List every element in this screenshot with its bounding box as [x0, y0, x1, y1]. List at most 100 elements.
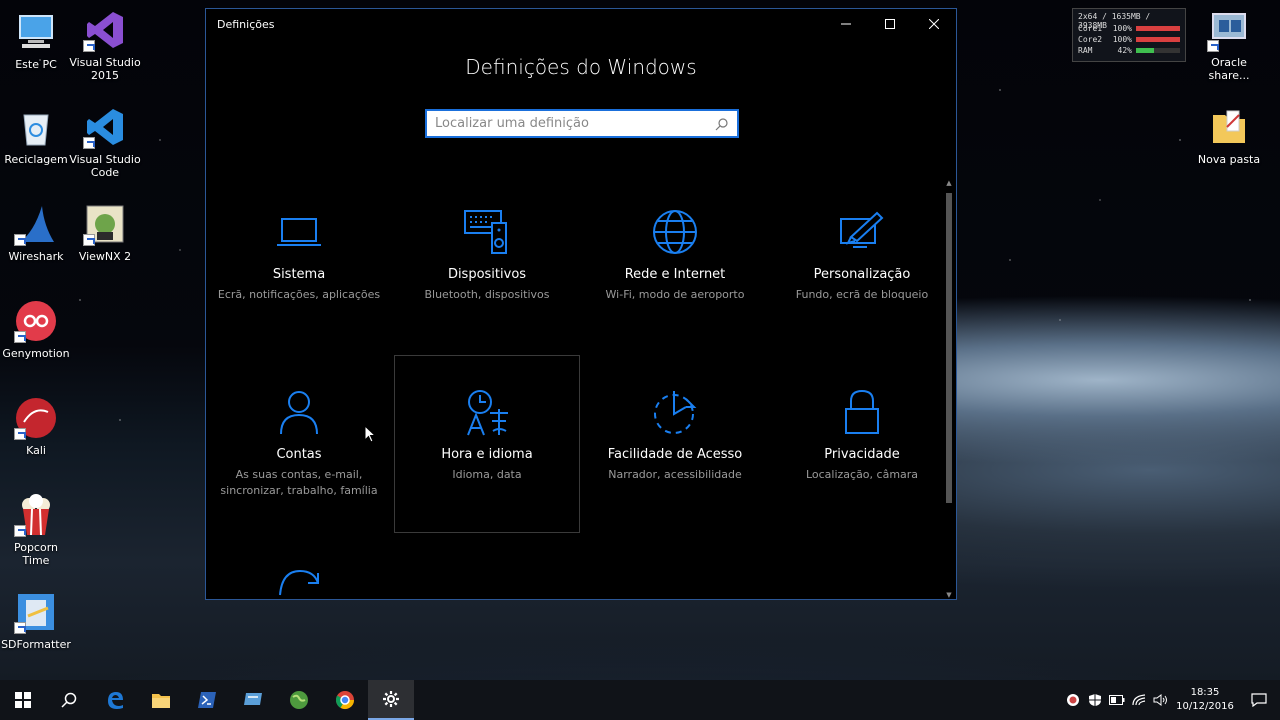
perf-row-core1: Core1 100% — [1078, 23, 1180, 34]
maximize-icon — [885, 19, 895, 29]
perf-header: 2x64 / 1635MB / 3938MB — [1078, 12, 1151, 30]
minimize-button[interactable] — [824, 9, 868, 39]
clock-date: 10/12/2016 — [1176, 701, 1234, 712]
search-box[interactable] — [425, 109, 739, 138]
minimize-icon — [841, 23, 851, 25]
shield-icon — [1089, 694, 1101, 706]
powershell-icon — [198, 692, 216, 708]
taskbar-remote-desktop[interactable] — [230, 680, 276, 720]
person-icon — [280, 391, 318, 435]
taskbar-powershell[interactable] — [184, 680, 230, 720]
tray-app-icon[interactable] — [1062, 680, 1084, 720]
record-icon — [1067, 694, 1079, 706]
update-security-icon[interactable] — [274, 567, 324, 599]
tile-title: Dispositivos — [447, 267, 527, 282]
desktop-icon-viewnx[interactable]: ViewNX 2 — [69, 202, 141, 263]
desktop-icon-label: SDFormatter — [1, 638, 71, 651]
desktop-icon-nova-pasta[interactable]: Nova pasta — [1193, 105, 1265, 166]
desktop-icon-label: Visual Studio Code — [69, 153, 141, 179]
viewnx-icon — [83, 202, 127, 246]
desktop-icon-vscode[interactable]: Visual Studio Code — [69, 105, 141, 179]
tray-volume-icon[interactable] — [1150, 680, 1172, 720]
performance-widget: 2x64 / 1635MB / 3938MB Core1 100% Core2 … — [1072, 8, 1186, 62]
maximize-button[interactable] — [868, 9, 912, 39]
title-bar[interactable]: Definições — [206, 9, 956, 39]
notifications-icon — [1251, 693, 1267, 707]
settings-window: Definições Definições do Windows Sistema… — [205, 8, 957, 600]
tile-description: Wi-Fi, modo de aeroporto — [605, 288, 745, 301]
desktop-icon-popcorn-time[interactable]: Popcorn Time — [0, 493, 72, 567]
tile-privacidade[interactable]: Privacidade Localização, câmara — [769, 387, 955, 565]
desktop-icon-label: Oracle share... — [1208, 56, 1250, 82]
taskbar-edge[interactable] — [92, 680, 138, 720]
clock[interactable]: 18:35 10/12/2016 — [1172, 686, 1238, 714]
perf-row-core2: Core2 100% — [1078, 34, 1180, 45]
tile-facilidade-de-acesso[interactable]: Facilidade de Acesso Narrador, acessibil… — [582, 387, 768, 565]
tile-title: Rede e Internet — [624, 267, 726, 282]
recycle-bin-icon — [14, 105, 58, 149]
tray-defender-icon[interactable] — [1084, 680, 1106, 720]
wifi-icon — [1132, 694, 1146, 706]
desktop-icon-genymotion[interactable]: Genymotion — [0, 299, 72, 360]
ease-access-icon — [654, 391, 697, 434]
scroll-up-icon[interactable]: ▲ — [944, 179, 954, 189]
window-title: Definições — [217, 17, 275, 31]
scrollbar-thumb[interactable] — [946, 193, 952, 503]
edge-icon — [108, 692, 123, 709]
desktop-icon-label: Visual Studio 2015 — [69, 56, 141, 82]
tile-title: Facilidade de Acesso — [607, 447, 743, 462]
globe-icon — [290, 691, 308, 709]
close-button[interactable] — [912, 9, 956, 39]
search-icon — [61, 692, 77, 708]
visual-studio-icon — [83, 8, 127, 52]
tile-description: Localização, câmara — [805, 468, 919, 481]
perf-bar-fill — [1136, 26, 1180, 31]
tile-title: Hora e idioma — [441, 447, 533, 462]
desktop-icon-label: Este PC — [15, 58, 57, 71]
desktop-icon-wireshark[interactable]: Wireshark — [0, 202, 72, 263]
tile-hora-e-idioma[interactable]: Hora e idioma Idioma, data — [394, 355, 580, 533]
tile-rede-e-internet[interactable]: Rede e Internet Wi-Fi, modo de aeroporto — [582, 207, 768, 385]
desktop-icon-visual-studio-2015[interactable]: Visual Studio 2015 — [69, 8, 141, 82]
action-center-button[interactable] — [1238, 680, 1280, 720]
desktop-icon-label: Genymotion — [2, 347, 70, 360]
popcorn-icon — [14, 493, 58, 537]
wireshark-icon — [14, 202, 58, 246]
scroll-down-icon[interactable]: ▼ — [944, 591, 954, 601]
tile-description: Bluetooth, dispositivos — [424, 288, 550, 301]
tile-contas[interactable]: Contas As suas contas, e-mail, sincroniz… — [206, 387, 392, 565]
tray-battery-icon[interactable] — [1106, 680, 1128, 720]
tile-description: Idioma, data — [452, 468, 522, 481]
search-button[interactable] — [46, 680, 92, 720]
tile-sistema[interactable]: Sistema Ecrã, notificações, aplicações — [206, 207, 392, 385]
tile-description: Narrador, acessibilidade — [608, 468, 742, 481]
tile-personalizacao[interactable]: Personalização Fundo, ecrã de bloqueio — [769, 207, 955, 385]
desktop-icon-label: Kali — [26, 444, 46, 457]
tile-title: Sistema — [272, 267, 326, 282]
desktop-icon-reciclagem[interactable]: Reciclagem — [0, 105, 72, 166]
chrome-icon — [335, 691, 354, 710]
tile-description: As suas contas, e-mail, sincronizar, tra… — [220, 468, 378, 497]
page-title: Definições do Windows — [465, 55, 697, 79]
windows-logo-icon — [15, 692, 31, 708]
remote-desktop-icon — [244, 693, 262, 705]
desktop-icon-sdformatter[interactable]: SDFormatter — [0, 590, 72, 651]
taskbar-settings[interactable] — [368, 680, 414, 720]
search-input[interactable] — [435, 116, 715, 131]
taskbar-file-explorer[interactable] — [138, 680, 184, 720]
clock-time: 18:35 — [1190, 687, 1220, 698]
computer-icon — [14, 10, 58, 54]
desktop-icon-oracle-share[interactable]: Oracle share... — [1193, 8, 1265, 82]
taskbar-globe-app[interactable] — [276, 680, 322, 720]
start-button[interactable] — [0, 680, 46, 720]
system-tray: 18:35 10/12/2016 — [1062, 680, 1280, 720]
scrollbar[interactable]: ▲ ▼ — [944, 179, 954, 601]
search-icon[interactable] — [715, 117, 729, 131]
desktop-icon-este-pc[interactable]: Este PC — [0, 10, 72, 71]
taskbar-chrome[interactable] — [322, 680, 368, 720]
desktop-icon-kali[interactable]: Kali — [0, 396, 72, 457]
tray-wifi-icon[interactable] — [1128, 680, 1150, 720]
perf-bar-fill — [1136, 48, 1155, 53]
lock-icon — [845, 389, 879, 434]
kali-icon — [14, 396, 58, 440]
